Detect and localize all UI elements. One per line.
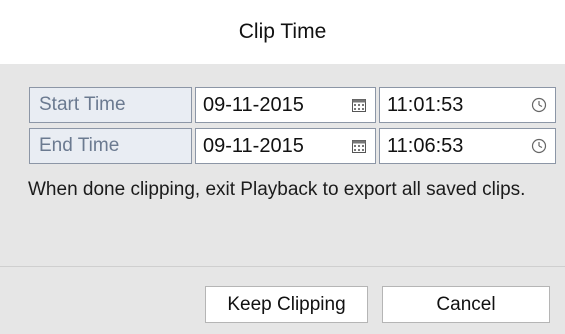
start-time-label: Start Time xyxy=(29,87,192,123)
clock-icon[interactable] xyxy=(530,96,548,114)
cancel-button[interactable]: Cancel xyxy=(382,286,550,323)
info-message: When done clipping, exit Playback to exp… xyxy=(28,179,526,200)
start-date-value: 09-11-2015 xyxy=(203,93,304,116)
start-date-field[interactable]: 09-11-2015 xyxy=(195,87,376,123)
start-time-value: 11:01:53 xyxy=(387,93,464,116)
clip-time-dialog: Clip Time Start Time 09-11-2015 11:01:53… xyxy=(0,0,565,334)
clip-time-table: Start Time 09-11-2015 11:01:53 End Time … xyxy=(29,87,556,169)
end-time-label: End Time xyxy=(29,128,192,164)
end-date-field[interactable]: 09-11-2015 xyxy=(195,128,376,164)
calendar-icon[interactable] xyxy=(350,137,368,155)
keep-clipping-button[interactable]: Keep Clipping xyxy=(205,286,368,323)
end-date-value: 09-11-2015 xyxy=(203,134,304,157)
dialog-title: Clip Time xyxy=(238,20,327,43)
clock-icon[interactable] xyxy=(530,137,548,155)
calendar-icon[interactable] xyxy=(350,96,368,114)
start-time-field[interactable]: 11:01:53 xyxy=(379,87,556,123)
end-time-field[interactable]: 11:06:53 xyxy=(379,128,556,164)
end-time-value: 11:06:53 xyxy=(387,134,464,157)
end-time-row: End Time 09-11-2015 11:06:53 xyxy=(29,128,556,164)
dialog-titlebar: Clip Time xyxy=(0,0,565,64)
button-divider xyxy=(0,266,565,267)
start-time-row: Start Time 09-11-2015 11:01:53 xyxy=(29,87,556,123)
